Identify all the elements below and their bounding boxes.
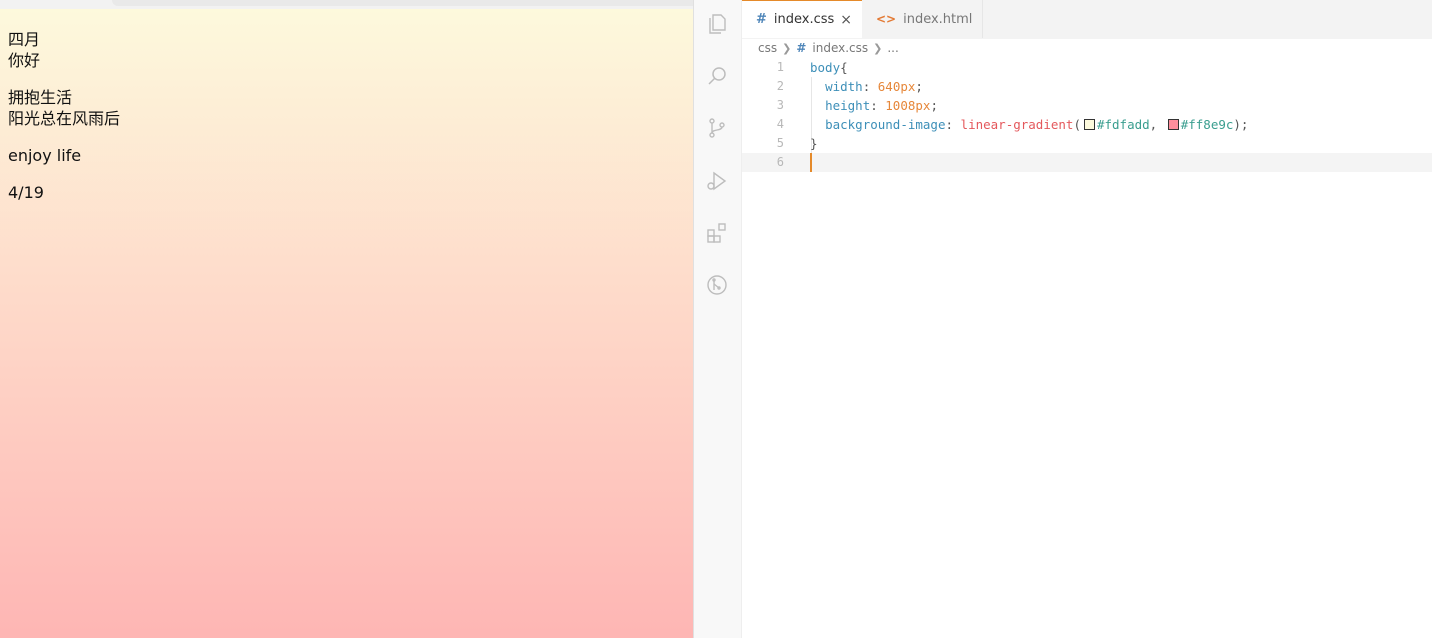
browser-top-bar: [0, 0, 693, 9]
line-number: 4: [776, 117, 784, 131]
text-line: 你好: [8, 51, 41, 70]
line-number: 1: [776, 60, 784, 74]
text-line: 四月: [8, 30, 41, 49]
code-line: 3 height: 1008px;: [742, 96, 1432, 115]
search-icon[interactable]: [704, 63, 730, 89]
line-number: 5: [776, 136, 784, 150]
tab-label: index.css: [773, 12, 835, 27]
code-text: body{: [810, 60, 848, 75]
page-content: 四月 你好 拥抱生活 阳光总在风雨后 enjoy life 4/19: [8, 29, 120, 219]
paragraph-embrace: 拥抱生活 阳光总在风雨后: [8, 87, 120, 129]
html-file-icon: <>: [876, 12, 897, 26]
run-debug-icon[interactable]: [704, 168, 730, 194]
code-line: 1 body{: [742, 58, 1432, 77]
text-line: enjoy life: [8, 146, 82, 165]
color-swatch-pink[interactable]: [1167, 119, 1179, 130]
extensions-icon[interactable]: [704, 220, 730, 246]
source-control-icon[interactable]: [704, 115, 730, 141]
line-number: 6: [776, 155, 784, 169]
code-line: 2 width: 640px;: [742, 77, 1432, 96]
code-editor: # index.css × <> index.html css ❯ # inde…: [693, 0, 1432, 638]
paragraph-april: 四月 你好: [8, 29, 120, 71]
text-line: 4/19: [8, 183, 44, 202]
breadcrumb: css ❯ # index.css ❯ ...: [758, 38, 899, 58]
breadcrumb-folder[interactable]: css: [758, 41, 777, 55]
close-icon[interactable]: ×: [840, 12, 852, 28]
git-graph-icon[interactable]: [704, 272, 730, 298]
breadcrumb-file[interactable]: index.css: [812, 41, 868, 55]
chevron-right-icon: ❯: [782, 41, 792, 55]
text-line: 阳光总在风雨后: [8, 109, 121, 128]
color-swatch-light[interactable]: [1083, 119, 1095, 130]
line-number: 2: [776, 79, 784, 93]
css-file-icon: #: [756, 12, 767, 27]
line-number: 3: [776, 98, 784, 112]
code-line-current: 6: [742, 153, 1432, 172]
activity-bar: [694, 0, 742, 638]
tab-index-css[interactable]: # index.css ×: [742, 0, 862, 38]
tab-index-html[interactable]: <> index.html: [862, 0, 983, 38]
explorer-icon[interactable]: [704, 11, 730, 37]
code-area[interactable]: 1 body{ 2 width: 640px; 3 height: 1008px…: [742, 58, 1432, 638]
code-line: 4 background-image: linear-gradient(#fdf…: [742, 115, 1432, 134]
chevron-right-icon: ❯: [873, 41, 883, 55]
text-line: 拥抱生活: [8, 88, 73, 107]
breadcrumb-more[interactable]: ...: [887, 41, 898, 55]
paragraph-date: 4/19: [8, 182, 120, 203]
code-text: height: 1008px;: [825, 98, 938, 113]
code-text: width: 640px;: [825, 79, 923, 94]
tab-label: index.html: [903, 11, 973, 27]
editor-tab-bar: # index.css × <> index.html: [742, 0, 1432, 39]
code-text: background-image: linear-gradient(#fdfad…: [825, 117, 1249, 132]
code-text: }: [810, 136, 818, 151]
paragraph-enjoy: enjoy life: [8, 145, 120, 166]
browser-preview: 四月 你好 拥抱生活 阳光总在风雨后 enjoy life 4/19: [0, 0, 693, 638]
css-file-icon: #: [796, 41, 807, 55]
code-line: 5 }: [742, 134, 1432, 153]
text-cursor: [810, 153, 812, 172]
browser-tab-strip: [112, 0, 693, 6]
